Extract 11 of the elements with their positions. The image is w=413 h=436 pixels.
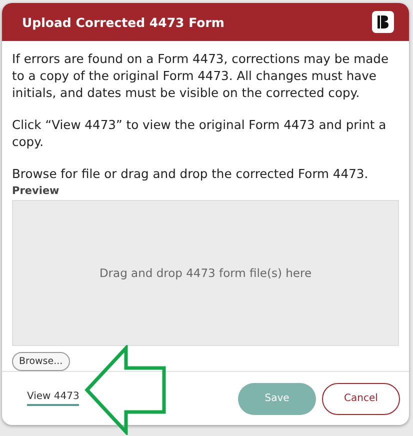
instruction-text: If errors are found on a Form 4473, corrections may be made to a copy of the original Form 4473. All changes must have initials, and dates must be visible on the corrected copy. <box>12 51 390 102</box>
drop-zone[interactable]: Drag and drop 4473 form file(s) here <box>12 200 399 346</box>
instruction-text: Click “View 4473” to view the original Form 4473 and print a copy. <box>12 117 388 151</box>
drop-zone-placeholder: Drag and drop 4473 form file(s) here <box>99 266 312 280</box>
preview-label: Preview <box>12 185 60 197</box>
instruction-text: Browse for file or drag and drop the corrected Form 4473. <box>12 166 370 183</box>
browse-button[interactable]: Browse... <box>12 352 70 371</box>
dialog-title: Upload Corrected 4473 Form <box>22 14 224 30</box>
cancel-button[interactable]: Cancel <box>322 382 400 414</box>
logo-icon <box>371 10 395 34</box>
view-link[interactable]: View 4473 <box>27 391 80 406</box>
